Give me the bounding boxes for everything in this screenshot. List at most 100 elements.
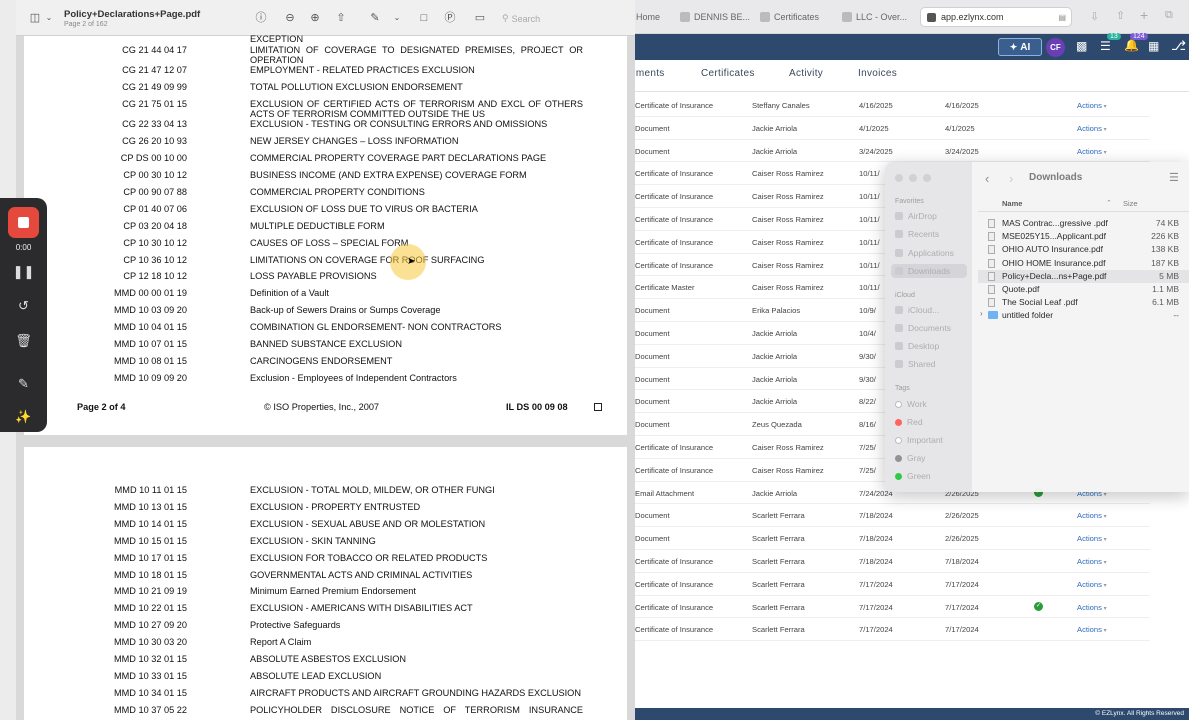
task-list-icon[interactable]: ☰ <box>1100 39 1111 53</box>
page-footer-number: Page 2 of 4 <box>77 402 126 412</box>
file-row[interactable]: Quote.pdf 1.1 MB <box>978 283 1189 296</box>
user-avatar[interactable]: CF <box>1046 38 1065 57</box>
search-field[interactable]: ⚲ Search <box>502 11 572 26</box>
tab-home[interactable]: Home <box>636 7 676 27</box>
row-type: Certificate of Insurance <box>635 192 714 202</box>
file-row[interactable]: OHIO HOME Insurance.pdf 187 KB <box>978 257 1189 270</box>
actions-dropdown[interactable]: Actions <box>1077 124 1107 133</box>
sidebar-item-downloads[interactable]: Downloads <box>891 264 967 278</box>
forward-icon[interactable]: › <box>1009 171 1013 186</box>
form-fill-icon[interactable]: ▭ <box>473 11 487 25</box>
sidebar-item-shared[interactable]: Shared <box>895 357 965 371</box>
sidebar-item-icloud-drive[interactable]: iCloud... <box>895 303 965 317</box>
actions-dropdown[interactable]: Actions <box>1077 603 1107 612</box>
table-row[interactable]: Certificate of Insurance Scarlett Ferrara… <box>630 573 1150 596</box>
disclosure-chevron-icon[interactable]: › <box>980 309 983 318</box>
tab-llc[interactable]: LLC - Over... <box>842 7 917 27</box>
file-size: 74 KB <box>1155 218 1179 228</box>
back-icon[interactable]: ‹ <box>985 171 989 186</box>
actions-dropdown[interactable]: Actions <box>1077 147 1107 156</box>
pause-icon[interactable]: ❚❚ <box>0 264 47 280</box>
file-row[interactable]: OHIO AUTO Insurance.pdf 138 KB <box>978 243 1189 256</box>
sidebar-item-documents[interactable]: Documents <box>895 321 965 335</box>
share-icon[interactable]: ⇧ <box>1116 9 1125 22</box>
tab-certificates[interactable]: Certificates <box>701 68 755 79</box>
table-row[interactable]: Document Jackie Arriola 3/24/2025 3/24/2025… <box>630 140 1150 163</box>
tab-overview-icon[interactable]: ⧉ <box>1165 9 1173 22</box>
stop-recording-button[interactable] <box>8 207 39 238</box>
ai-button[interactable]: ✦ AI <box>998 38 1042 56</box>
share-icon[interactable]: ⇧ <box>334 11 348 25</box>
info-icon[interactable]: ⓘ <box>254 11 268 25</box>
download-icon[interactable]: ⇩ <box>1090 10 1099 23</box>
row-date-modified: 4/1/2025 <box>945 123 975 133</box>
trash-icon[interactable]: 🗑 <box>0 333 47 349</box>
column-size-header[interactable]: Size <box>1123 199 1138 208</box>
actions-dropdown[interactable]: Actions <box>1077 625 1107 634</box>
file-row[interactable]: The Social Leaf .pdf 6.1 MB <box>978 296 1189 309</box>
sidebar-item-airdrop[interactable]: AirDrop <box>895 209 965 223</box>
table-row[interactable]: Certificate of Insurance Scarlett Ferrara… <box>630 550 1150 573</box>
table-row[interactable]: Document Scarlett Ferrara 7/18/2024 2/26/20… <box>630 527 1150 550</box>
restart-icon[interactable]: ↺ <box>0 298 47 314</box>
table-row[interactable]: Certificate of Insurance Scarlett Ferrara… <box>630 618 1150 642</box>
tag-gray[interactable]: Gray <box>895 451 965 465</box>
tab-certificates[interactable]: Certificates <box>760 7 835 27</box>
rotate-icon[interactable]: □ <box>417 11 431 25</box>
grid-menu-icon[interactable]: ▦ <box>1148 39 1159 53</box>
pdf-page-3: MMD 10 11 01 15 EXCLUSION - TOTAL MOLD, M… <box>24 447 627 720</box>
markup-icon[interactable]: Ⓟ <box>443 11 457 25</box>
sidebar-item-recents[interactable]: Recents <box>895 227 965 241</box>
table-row[interactable]: Document Scarlett Ferrara 7/18/2024 2/26/20… <box>630 504 1150 528</box>
reader-icon[interactable]: ▤ <box>1058 13 1066 22</box>
row-date-created: 7/18/2024 <box>859 534 893 544</box>
tag-important[interactable]: Important <box>895 433 965 447</box>
file-row[interactable]: MAS Contrac...gressive .pdf 74 KB <box>978 217 1189 230</box>
highlight-pen-icon[interactable]: ✎ <box>368 11 382 25</box>
actions-dropdown[interactable]: Actions <box>1077 580 1107 589</box>
tab-dennis[interactable]: DENNIS BE... <box>680 7 755 27</box>
sidebar-toggle-icon[interactable]: ◫ <box>28 11 42 25</box>
tab-documents[interactable]: uments <box>630 68 665 79</box>
sidebar-item-desktop[interactable]: Desktop <box>895 339 965 353</box>
add-document-icon[interactable]: ▩ <box>1076 39 1087 53</box>
actions-dropdown[interactable]: Actions <box>1077 511 1107 520</box>
tab-activity[interactable]: Activity <box>789 68 823 79</box>
zoom-in-icon[interactable]: ⊕ <box>308 11 322 25</box>
file-row[interactable]: › untitled folder -- <box>978 309 1189 322</box>
form-description: Exclusion - Employees of Independent Con… <box>250 372 457 383</box>
zoom-window-icon[interactable] <box>923 174 931 182</box>
row-user: Caiser Ross Ramirez <box>752 443 824 452</box>
form-code: CP 10 30 10 12 <box>123 237 187 248</box>
new-tab-icon[interactable]: + <box>1140 7 1148 23</box>
tag-green[interactable]: Green <box>895 469 965 483</box>
list-view-icon[interactable]: ☰ <box>1169 171 1179 184</box>
tab-invoices[interactable]: Invoices <box>858 68 897 79</box>
draw-pen-icon[interactable]: ✎ <box>0 376 47 392</box>
chevron-down-icon[interactable]: ⌄ <box>390 11 404 25</box>
bell-icon[interactable]: 🔔 <box>1124 38 1139 52</box>
table-row[interactable]: Document Jackie Arriola 4/1/2025 4/1/2025 Ac… <box>630 117 1150 140</box>
actions-dropdown[interactable]: Actions <box>1077 557 1107 566</box>
sidebar-item-applications[interactable]: Applications <box>895 246 965 260</box>
zoom-out-icon[interactable]: ⊖ <box>283 11 297 25</box>
tag-red[interactable]: Red <box>895 415 965 429</box>
actions-dropdown[interactable]: Actions <box>1077 101 1107 110</box>
table-row[interactable]: Certificate of Insurance Scarlett Ferrara… <box>630 596 1150 619</box>
mouse-cursor-icon: ➤ <box>407 256 416 267</box>
form-code: MMD 10 30 03 20 <box>113 637 187 648</box>
minimize-window-icon[interactable] <box>909 174 917 182</box>
column-name-header[interactable]: Name <box>1002 199 1022 208</box>
magic-wand-icon[interactable]: ✨ <box>0 409 47 425</box>
footer-text: © EZLynx. All Rights Reserved <box>1095 710 1184 717</box>
tag-work[interactable]: Work <box>895 397 965 411</box>
file-row[interactable]: MSE025Y15...Applicant.pdf 226 KB <box>978 230 1189 243</box>
chevron-down-icon[interactable]: ⌄ <box>42 11 56 25</box>
finder-window: Favorites AirDrop Recents Applications D… <box>885 162 1189 492</box>
actions-dropdown[interactable]: Actions <box>1077 534 1107 543</box>
sitemap-icon[interactable]: ⎇ <box>1171 38 1186 54</box>
address-bar[interactable]: app.ezlynx.com ▤ <box>920 7 1072 27</box>
close-window-icon[interactable] <box>895 174 903 182</box>
table-row[interactable]: Certificate of Insurance Steffany Canales… <box>630 94 1150 117</box>
file-row[interactable]: Policy+Decla...ns+Page.pdf 5 MB <box>978 269 1189 283</box>
